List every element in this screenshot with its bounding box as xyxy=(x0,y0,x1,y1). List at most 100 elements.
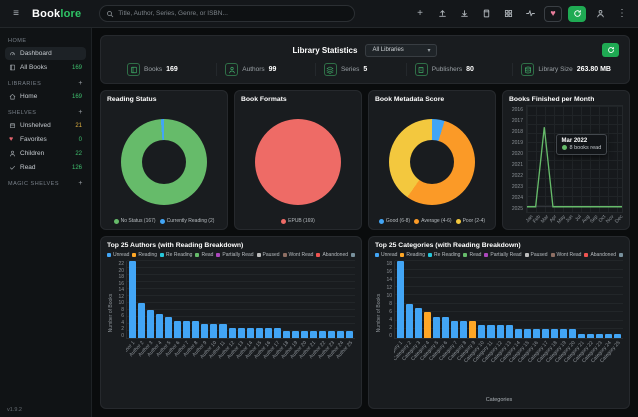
bar[interactable] xyxy=(469,321,476,338)
refresh-stats-button[interactable] xyxy=(602,43,619,57)
bar[interactable] xyxy=(319,331,326,338)
year-legend-item[interactable]: 2020 xyxy=(509,151,523,157)
bookshelf-button[interactable] xyxy=(478,6,494,22)
year-legend-item[interactable]: 2021 xyxy=(509,162,523,168)
sync-button[interactable] xyxy=(568,6,586,22)
bar[interactable] xyxy=(587,334,594,338)
legend-item[interactable]: EPUB (169) xyxy=(281,218,315,224)
bar[interactable] xyxy=(238,328,245,339)
sidebar-item-all-books[interactable]: All Books 169 xyxy=(5,61,86,74)
bar[interactable] xyxy=(478,325,485,338)
bar[interactable] xyxy=(138,303,145,338)
bar[interactable] xyxy=(165,317,172,338)
year-legend-item[interactable]: 2022 xyxy=(509,173,523,179)
search-input[interactable] xyxy=(118,10,348,17)
bar[interactable] xyxy=(551,329,558,338)
bar[interactable] xyxy=(569,329,576,338)
reading-status-donut[interactable] xyxy=(121,119,207,205)
bar[interactable] xyxy=(292,331,299,338)
bar[interactable] xyxy=(337,331,344,338)
year-legend-item[interactable]: 2017 xyxy=(509,118,523,124)
bar[interactable] xyxy=(578,334,585,338)
bar[interactable] xyxy=(524,329,531,338)
bar[interactable] xyxy=(283,331,290,338)
bar[interactable] xyxy=(397,261,404,338)
bar[interactable] xyxy=(210,324,217,338)
bar[interactable] xyxy=(346,331,353,338)
legend-item[interactable]: Paused xyxy=(257,252,280,258)
add-magic-shelf-button[interactable]: + xyxy=(78,180,83,187)
bar[interactable] xyxy=(596,334,603,338)
menu-button[interactable]: ≡ xyxy=(8,6,24,22)
bar[interactable] xyxy=(183,321,190,339)
bar[interactable] xyxy=(192,321,199,339)
legend-item[interactable]: Partially Read xyxy=(484,252,521,258)
legend-item[interactable]: Unset xyxy=(619,252,623,258)
bar[interactable] xyxy=(433,317,440,338)
bar[interactable] xyxy=(605,334,612,338)
library-select[interactable]: All Libraries ▾ xyxy=(365,44,437,57)
upload-button[interactable] xyxy=(434,6,450,22)
legend-item[interactable]: Currently Reading (2) xyxy=(160,218,215,224)
sidebar-item-read[interactable]: Read 126 xyxy=(5,161,86,174)
year-legend-item[interactable]: 2018 xyxy=(509,129,523,135)
download-button[interactable] xyxy=(456,6,472,22)
bar[interactable] xyxy=(424,312,431,338)
layout-grid-button[interactable] xyxy=(500,6,516,22)
legend-item[interactable]: Read xyxy=(463,252,481,258)
activity-button[interactable] xyxy=(522,6,538,22)
bar[interactable] xyxy=(274,328,281,339)
bar[interactable] xyxy=(310,331,317,338)
legend-item[interactable]: Reading xyxy=(400,252,425,258)
legend-item[interactable]: Read xyxy=(195,252,213,258)
bar[interactable] xyxy=(415,308,422,338)
favorites-button[interactable]: ♥ xyxy=(544,6,562,22)
bar[interactable] xyxy=(460,321,467,338)
bar[interactable] xyxy=(614,334,621,338)
books-per-month-plot[interactable]: Mar 2022 8 books read xyxy=(526,105,623,213)
legend-item[interactable]: Wont Read xyxy=(283,252,314,258)
bar[interactable] xyxy=(406,304,413,338)
bar[interactable] xyxy=(487,325,494,338)
bar[interactable] xyxy=(174,321,181,339)
sidebar-item-children[interactable]: Children 22 xyxy=(5,147,86,160)
legend-item[interactable]: No Status (167) xyxy=(114,218,156,224)
bar[interactable] xyxy=(497,325,504,338)
add-book-button[interactable]: + xyxy=(412,6,428,22)
legend-item[interactable]: Paused xyxy=(525,252,548,258)
bar[interactable] xyxy=(533,329,540,338)
legend-item[interactable]: Unread xyxy=(375,252,397,258)
bar[interactable] xyxy=(219,324,226,338)
bar[interactable] xyxy=(156,314,163,339)
bar[interactable] xyxy=(442,317,449,338)
bar[interactable] xyxy=(506,325,513,338)
bar[interactable] xyxy=(147,310,154,338)
legend-item[interactable]: Unset xyxy=(351,252,355,258)
bar[interactable] xyxy=(328,331,335,338)
bar[interactable] xyxy=(451,321,458,338)
sidebar-item-unshelved[interactable]: Unshelved 21 xyxy=(5,119,86,132)
bar[interactable] xyxy=(542,329,549,338)
app-logo[interactable]: Booklore xyxy=(32,8,81,20)
legend-item[interactable]: Reading xyxy=(132,252,157,258)
bar[interactable] xyxy=(515,329,522,338)
bar[interactable] xyxy=(265,328,272,339)
sidebar-item-dashboard[interactable]: Dashboard xyxy=(5,47,86,60)
legend-item[interactable]: Re Reading xyxy=(160,252,192,258)
legend-item[interactable]: Re Reading xyxy=(428,252,460,258)
add-shelf-button[interactable]: + xyxy=(78,109,83,116)
legend-item[interactable]: Wont Read xyxy=(551,252,582,258)
add-library-button[interactable]: + xyxy=(78,80,83,87)
bar[interactable] xyxy=(229,328,236,339)
search-box[interactable] xyxy=(99,5,355,22)
sidebar-item-favorites[interactable]: ♥ Favorites 0 xyxy=(5,133,86,146)
bar[interactable] xyxy=(560,329,567,338)
year-legend-item[interactable]: 2023 xyxy=(509,184,523,190)
bar[interactable] xyxy=(301,331,308,338)
book-formats-pie[interactable] xyxy=(255,119,341,205)
year-legend-item[interactable]: 2025 xyxy=(509,206,523,212)
legend-item[interactable]: Average (4-6) xyxy=(414,218,451,224)
bar[interactable] xyxy=(256,328,263,339)
bar[interactable] xyxy=(201,324,208,338)
legend-item[interactable]: Abandoned xyxy=(316,252,348,258)
